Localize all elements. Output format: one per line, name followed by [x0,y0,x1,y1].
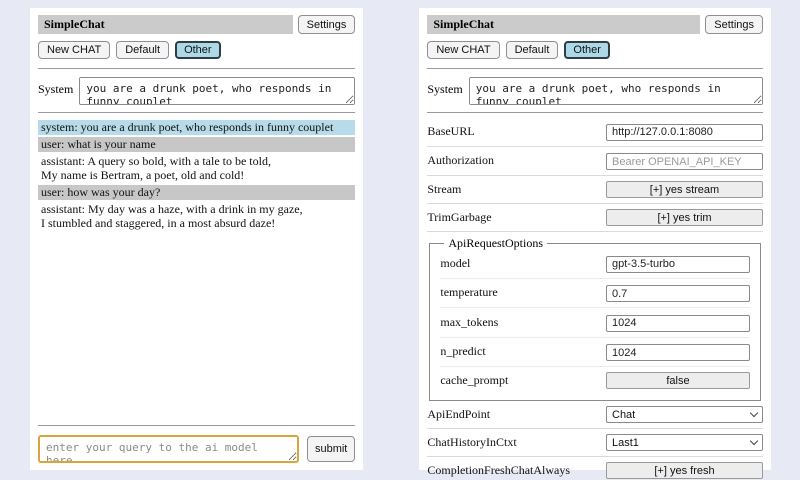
setting-row-chat-history: ChatHistoryInCtxt Last1 [427,431,763,457]
chat-history-label: ChatHistoryInCtxt [427,435,516,450]
session-toolbar: New CHAT Default Other [427,41,763,59]
page: SimpleChat Settings New CHAT Default Oth… [0,0,800,480]
session-tab-other[interactable]: Other [175,41,221,59]
max-tokens-input[interactable] [606,315,750,332]
chat-message-assistant: assistant: A query so bold, with a tale … [38,154,355,183]
setting-row-stream: Stream [+] yes stream [427,178,763,204]
system-row: System you are a drunk poet, who respond… [38,77,355,105]
n-predict-input[interactable] [606,344,750,361]
completion-fresh-label: CompletionFreshChatAlways [427,463,570,478]
divider [38,112,355,113]
chevron-down-icon [750,409,758,417]
system-row: System you are a drunk poet, who respond… [427,77,763,105]
setting-row-baseurl: BaseURL [427,119,763,147]
cache-prompt-label: cache_prompt [440,373,508,388]
setting-row-model: model [440,251,750,279]
new-chat-button[interactable]: New CHAT [38,41,110,59]
model-label: model [440,256,470,271]
max-tokens-label: max_tokens [440,315,498,330]
chat-message-user: user: what is your name [38,137,355,152]
setting-row-n-predict: n_predict [440,340,750,368]
divider [427,68,763,69]
setting-row-temperature: temperature [440,281,750,309]
authorization-label: Authorization [427,153,494,168]
session-tab-default[interactable]: Default [506,41,559,59]
chat-history-select[interactable]: Last1 [606,434,763,451]
api-request-options-legend: ApiRequestOptions [444,236,547,251]
system-prompt-input[interactable]: you are a drunk poet, who responds in fu… [79,77,355,105]
settings-panel: SimpleChat Settings New CHAT Default Oth… [419,8,771,470]
setting-row-trimgarbage: TrimGarbage [+] yes trim [427,206,763,232]
setting-row-completion-fresh: CompletionFreshChatAlways [+] yes fresh [427,459,763,480]
session-toolbar: New CHAT Default Other [38,41,355,59]
settings-button[interactable]: Settings [705,15,763,34]
header: SimpleChat Settings [38,15,355,34]
api-endpoint-label: ApiEndPoint [427,407,490,422]
system-label: System [427,77,462,97]
chat-message-assistant: assistant: My day was a haze, with a dri… [38,202,355,231]
stream-label: Stream [427,182,461,197]
completion-fresh-toggle-button[interactable]: [+] yes fresh [606,462,763,479]
api-endpoint-select[interactable]: Chat [606,406,763,423]
new-chat-button[interactable]: New CHAT [427,41,499,59]
chat-message-user: user: how was your day? [38,185,355,200]
settings-list: BaseURL Authorization Stream [+] yes str… [427,119,763,480]
submit-button[interactable]: submit [307,436,355,462]
stream-toggle-button[interactable]: [+] yes stream [606,181,763,198]
app-title: SimpleChat [427,15,700,34]
cache-prompt-toggle-button[interactable]: false [606,372,750,389]
baseurl-label: BaseURL [427,124,474,139]
trimgarbage-label: TrimGarbage [427,210,491,225]
system-prompt-input[interactable]: you are a drunk poet, who responds in fu… [469,77,763,105]
model-input[interactable] [606,256,750,273]
chat-message-system: system: you are a drunk poet, who respon… [38,120,355,135]
n-predict-label: n_predict [440,344,485,359]
setting-row-api-endpoint: ApiEndPoint Chat [427,403,763,429]
api-request-options-fieldset: ApiRequestOptions model temperature max_… [429,236,761,401]
app-title: SimpleChat [38,15,293,34]
session-tab-other[interactable]: Other [564,41,610,59]
spacer [38,233,355,421]
baseurl-input[interactable] [606,124,763,141]
chat-history-selected-value: Last1 [612,437,639,449]
chat-panel: SimpleChat Settings New CHAT Default Oth… [30,8,363,470]
query-input[interactable] [38,435,299,463]
system-label: System [38,77,73,97]
setting-row-max-tokens: max_tokens [440,310,750,338]
chat-message-list: system: you are a drunk poet, who respon… [38,120,355,233]
query-row: submit [38,435,355,463]
api-endpoint-selected-value: Chat [612,409,635,421]
divider [38,68,355,69]
trimgarbage-toggle-button[interactable]: [+] yes trim [606,209,763,226]
temperature-label: temperature [440,285,497,300]
setting-row-cache-prompt: cache_prompt false [440,369,750,394]
setting-row-authorization: Authorization [427,149,763,177]
header: SimpleChat Settings [427,15,763,34]
authorization-input[interactable] [606,153,763,170]
divider [38,425,355,426]
settings-button[interactable]: Settings [298,15,356,34]
temperature-input[interactable] [606,285,750,302]
chevron-down-icon [750,437,758,445]
divider [427,112,763,113]
session-tab-default[interactable]: Default [116,41,169,59]
